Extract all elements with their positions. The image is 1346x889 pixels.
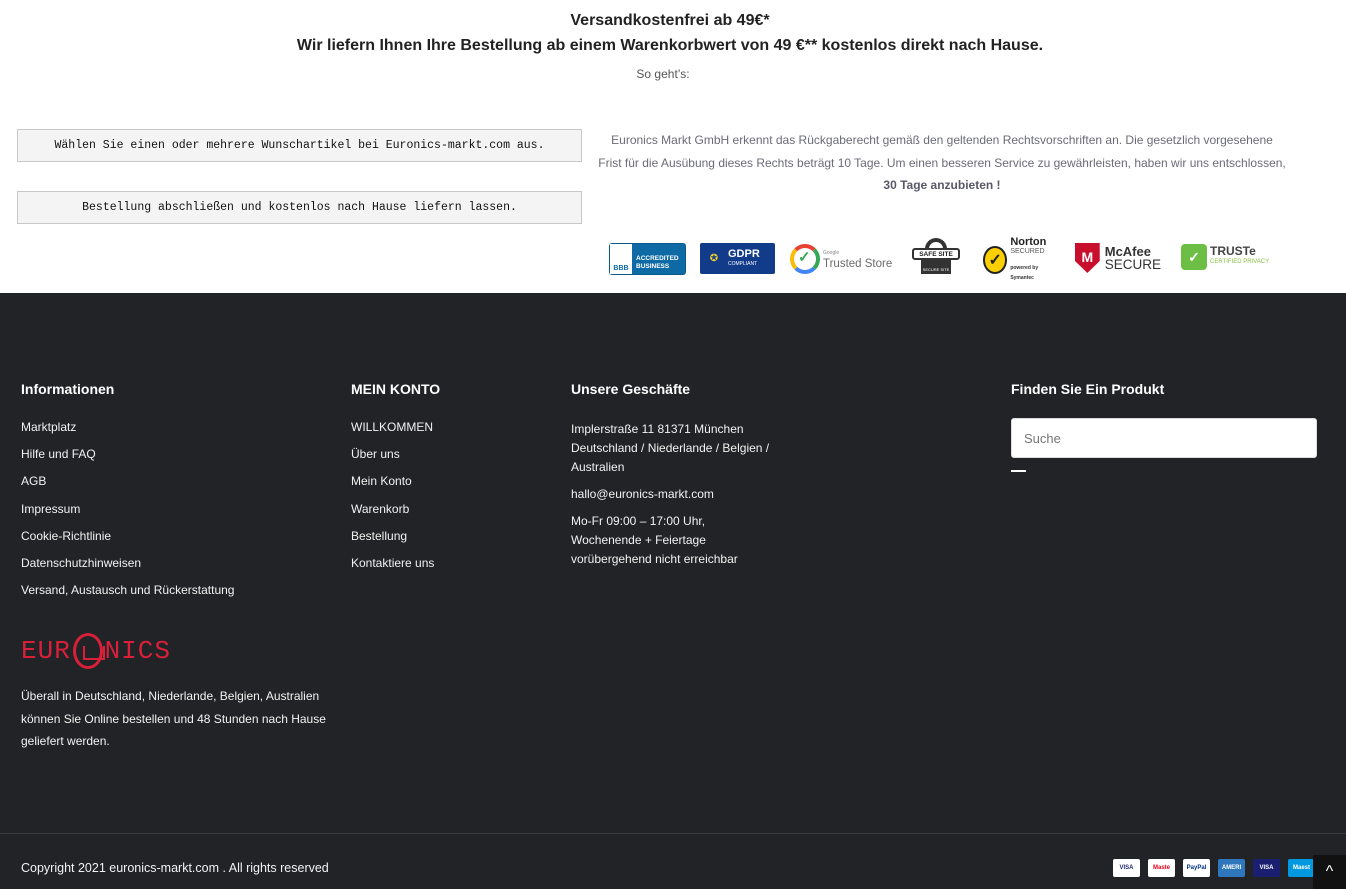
account-column-title: MEIN KONTO [351,381,441,397]
footer-link-welcome[interactable]: WILLKOMMEN [351,420,434,434]
shopping-cart-icon [72,633,105,669]
return-policy-highlight: 30 Tage anzubieten ! [883,178,1001,192]
shop-contact-block: Implerstraße 11 81371 München Deutschlan… [571,420,771,577]
shops-column-title: Unsere Geschäfte [571,381,691,397]
bbb-accredited-badge: BBB ACCREDITED BUSINESS [609,243,686,275]
payment-icon-visa-electron: VISA [1253,859,1280,877]
step-box-1: Wählen Sie einen oder mehrere Wunscharti… [17,129,582,162]
step-box-2: Bestellung abschließen und kostenlos nac… [17,191,582,224]
norton-sub: SECURED [1010,248,1045,255]
account-links-list: WILLKOMMEN Über uns Mein Konto Warenkorb… [351,420,434,583]
info-links-list: Marktplatz Hilfe und FAQ AGB Impressum C… [21,420,234,610]
gts-title: Trusted Store [823,258,893,270]
mcafee-shield-icon: M [1075,243,1100,273]
search-underline-dash [1011,470,1026,472]
footer-link-shipping-returns[interactable]: Versand, Austausch und Rückerstattung [21,583,234,597]
footer-link-about-us[interactable]: Über uns [351,447,434,461]
product-search-input[interactable] [1011,418,1317,458]
find-product-title: Finden Sie Ein Produkt [1011,381,1165,397]
footer-link-privacy[interactable]: Datenschutzhinweisen [21,556,234,570]
payment-icon-mastercard: Maste [1148,859,1175,877]
footer-link-cart[interactable]: Warenkorb [351,502,434,516]
gdpr-sub: COMPLIANT [728,260,758,267]
shop-address: Implerstraße 11 81371 München Deutschlan… [571,422,770,474]
logo-text-left: EUR [21,636,71,666]
mcafee-secure-badge: M McAfee SECURE [1075,240,1161,276]
footer-link-my-account[interactable]: Mein Konto [351,474,434,488]
safe-site-title: SAFE SITE [912,248,960,260]
chevron-up-icon: ^ [1325,863,1334,880]
bbb-line2: BUSINESS [636,262,670,270]
footer-link-help-faq[interactable]: Hilfe und FAQ [21,447,234,461]
norton-secured-badge: ✓ Norton SECURED powered by Symantec [983,237,1055,281]
site-footer: Informationen Marktplatz Hilfe und FAQ A… [0,293,1346,889]
truste-sub: CERTIFIED PRIVACY [1210,259,1270,265]
google-check-icon [790,244,820,274]
payment-icon-american-express: AMERI [1218,859,1245,877]
shop-email[interactable]: hallo@euronics-markt.com [571,485,771,504]
return-policy-body: Euronics Markt GmbH erkennt das Rückgabe… [598,133,1286,170]
logo-text-right: NICS [104,636,171,666]
footer-link-agb[interactable]: AGB [21,474,234,488]
footer-link-cookie-policy[interactable]: Cookie-Richtlinie [21,529,234,543]
euronics-logo[interactable]: EUR NICS [21,631,171,671]
mcafee-sub: SECURE [1104,257,1161,272]
bbb-logo-icon: BBB [610,244,632,274]
bbb-line1: ACCREDITED [636,254,679,262]
truste-badge: ✓ TRUSTe CERTIFIED PRIVACY [1181,243,1279,271]
copyright-text: Copyright 2021 euronics-markt.com . All … [21,861,329,875]
footer-link-orders[interactable]: Bestellung [351,529,434,543]
norton-check-icon: ✓ [983,246,1008,274]
norton-by: powered by Symantec [1010,265,1039,281]
about-text: Überall in Deutschland, Niederlande, Bel… [21,689,326,748]
safe-site-sub: SECURE SITE [921,260,951,274]
footer-divider [0,833,1346,834]
payment-icon-visa: VISA [1113,859,1140,877]
shop-hours: Mo-Fr 09:00 – 17:00 Uhr, Wochenende + Fe… [571,514,738,566]
footer-link-marktplatz[interactable]: Marktplatz [21,420,234,434]
payment-icon-paypal: PayPal [1183,859,1210,877]
shipping-info-section: Versandkostenfrei ab 49€* Wir liefern Ih… [0,0,1346,293]
footer-link-contact[interactable]: Kontaktiere uns [351,556,434,570]
scroll-to-top-button[interactable]: ^ [1313,855,1346,889]
free-shipping-subheadline: Wir liefern Ihnen Ihre Bestellung ab ein… [296,37,1044,54]
free-shipping-headline: Versandkostenfrei ab 49€* [570,12,770,29]
info-column-title: Informationen [21,381,115,397]
howto-label: So geht’s: [636,67,690,81]
eu-stars-icon: ✪ [709,253,719,264]
google-trusted-store-badge: GoogleTrusted Store [790,242,892,276]
gdpr-title: GDPR [728,247,760,260]
truste-check-icon: ✓ [1181,244,1207,270]
gdpr-badge: ✪ GDPR COMPLIANT [700,243,775,274]
safe-site-badge: SAFE SITE SECURE SITE [911,238,961,278]
payment-icon-maestro: Maest [1288,859,1315,877]
truste-title: TRUSTe [1210,244,1256,258]
footer-link-impressum[interactable]: Impressum [21,502,234,516]
return-policy-text: Euronics Markt GmbH erkennt das Rückgabe… [598,129,1286,197]
